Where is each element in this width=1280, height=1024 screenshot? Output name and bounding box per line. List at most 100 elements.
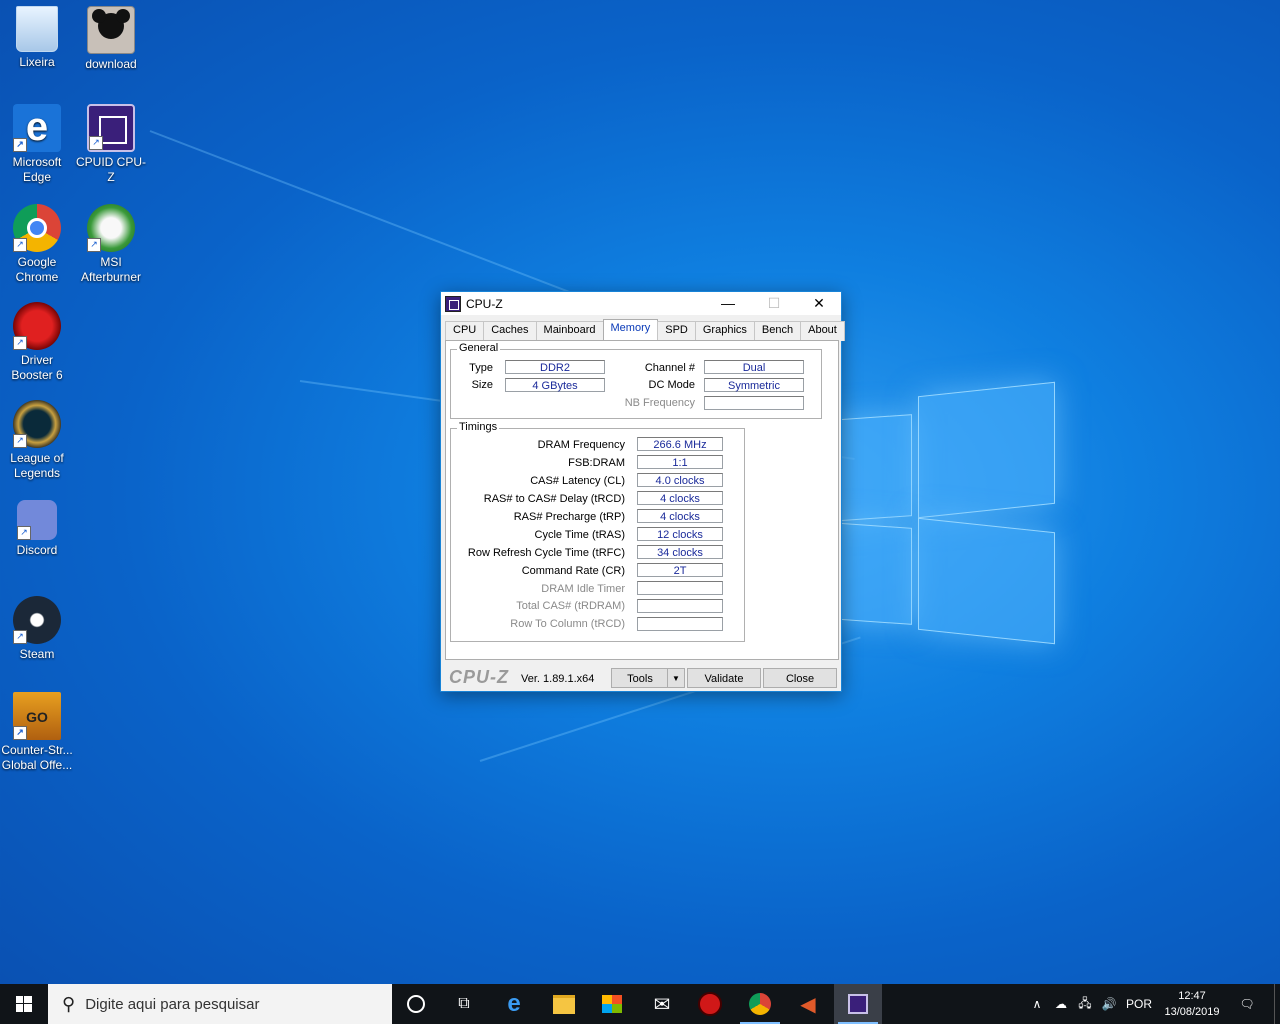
desktop-icon-recycle-bin[interactable]: Lixeira (0, 6, 74, 70)
channel-value: Dual (704, 360, 804, 374)
desktop-icon-steam[interactable]: ↗ Steam (0, 596, 74, 662)
tab-bar: CPU Caches Mainboard Memory SPD Graphics… (445, 319, 845, 341)
timing-value (637, 617, 723, 631)
tab-cpu[interactable]: CPU (445, 321, 485, 341)
windows-start-icon (16, 996, 32, 1012)
maximize-button[interactable]: ☐ (751, 292, 797, 315)
afterburner-icon: ↗ (87, 204, 135, 252)
close-window-button[interactable]: ✕ (796, 292, 842, 315)
taskbar: ⚲ Digite aqui para pesquisar ⧉ e ✉ ◀ ∧ ☁… (0, 984, 1280, 1024)
edge-icon: e (507, 990, 521, 1017)
version-label: Ver. 1.89.1.x64 (521, 673, 595, 685)
mail-icon: ✉ (653, 993, 671, 1016)
validate-button[interactable]: Validate (687, 668, 761, 688)
desktop-icon-label: Lixeira (19, 55, 55, 69)
desktop-icon-discord[interactable]: ↗ Discord (0, 500, 74, 558)
shortcut-arrow-icon: ↗ (17, 526, 31, 540)
taskbar-file-explorer[interactable] (540, 984, 588, 1024)
timing-label: DRAM Idle Timer (541, 583, 625, 595)
general-group: General Type DDR2 Size 4 GBytes Channel … (450, 342, 822, 419)
desktop-icon-league[interactable]: ↗ League of Legends (0, 400, 74, 481)
tab-about[interactable]: About (800, 321, 845, 341)
desktop-icon-label: MSI Afterburner (80, 255, 142, 284)
shortcut-arrow-icon: ↗ (13, 336, 27, 350)
shortcut-arrow-icon: ↗ (13, 630, 27, 644)
chrome-icon (749, 993, 771, 1015)
chrome-icon: ↗ (13, 204, 61, 252)
tools-button[interactable]: Tools ▼ (611, 668, 685, 688)
taskbar-cpuz[interactable] (834, 984, 882, 1024)
tools-dropdown-arrow-icon[interactable]: ▼ (667, 669, 684, 687)
tools-button-label: Tools (627, 673, 653, 685)
windows-wallpaper-logo (830, 381, 1055, 645)
timing-label: RAS# to CAS# Delay (tRCD) (483, 493, 625, 505)
desktop-icon-label: download (85, 57, 137, 71)
minimize-button[interactable]: — (705, 292, 751, 315)
edge-icon: e ↗ (13, 104, 61, 152)
type-value: DDR2 (505, 360, 605, 374)
taskbar-chrome[interactable] (736, 984, 784, 1024)
start-button[interactable] (0, 984, 48, 1024)
timing-label: CAS# Latency (CL) (530, 475, 625, 487)
desktop-icon-label: Counter-Str... Global Offe... (1, 743, 73, 772)
shortcut-arrow-icon: ↗ (13, 138, 27, 152)
discord-icon: ↗ (17, 500, 57, 540)
tab-memory[interactable]: Memory (602, 319, 659, 341)
tab-spd[interactable]: SPD (657, 321, 696, 341)
cpuz-icon: ↗ (87, 104, 135, 152)
taskbar-driver-booster[interactable] (686, 984, 734, 1024)
language-indicator[interactable]: POR (1122, 984, 1156, 1024)
timing-value (637, 581, 723, 595)
desktop-icon-edge[interactable]: e ↗ Microsoft Edge (0, 104, 74, 185)
chevron-up-icon: ∧ (1032, 997, 1042, 1011)
timings-group: Timings DRAM Frequency 266.6 MHz FSB:DRA… (450, 421, 745, 642)
taskbar-store[interactable] (588, 984, 636, 1024)
footer-bar: CPU-Z Ver. 1.89.1.x64 Tools ▼ Validate C… (441, 664, 841, 690)
desktop-icon-label: Microsoft Edge (12, 155, 62, 184)
cpuz-brand-logo: CPU-Z (449, 667, 509, 687)
onedrive-tray[interactable]: ☁ (1050, 984, 1072, 1024)
volume-tray[interactable]: 🔊 (1098, 984, 1120, 1024)
desktop-icon-label: CPUID CPU-Z (75, 155, 146, 184)
timing-value: 4 clocks (637, 509, 723, 523)
desktop-icon-csgo[interactable]: GO ↗ Counter-Str... Global Offe... (0, 692, 74, 773)
cloud-icon: ☁ (1055, 997, 1067, 1011)
desktop-icon-download[interactable]: download (74, 6, 148, 72)
search-box[interactable]: ⚲ Digite aqui para pesquisar (48, 984, 392, 1024)
show-desktop-button[interactable] (1274, 984, 1280, 1024)
clock[interactable]: 12:47 13/08/2019 (1160, 988, 1224, 1020)
cortana-button[interactable] (392, 984, 440, 1024)
network-tray[interactable]: 🖧 (1074, 984, 1096, 1024)
desktop-icon-msi-afterburner[interactable]: ↗ MSI Afterburner (74, 204, 148, 285)
desktop-icon-cpuz[interactable]: ↗ CPUID CPU-Z (74, 104, 148, 185)
timing-label: Row To Column (tRCD) (510, 618, 625, 630)
task-view-button[interactable]: ⧉ (440, 984, 488, 1024)
cpuz-window: CPU-Z — ☐ ✕ CPU Caches Mainboard Memory … (440, 291, 845, 692)
tab-caches[interactable]: Caches (483, 321, 537, 341)
taskbar-mail[interactable]: ✉ (638, 984, 686, 1024)
taskbar-sound-app[interactable]: ◀ (784, 984, 832, 1024)
shortcut-arrow-icon: ↗ (89, 136, 103, 150)
show-hidden-icons-button[interactable]: ∧ (1026, 984, 1048, 1024)
tab-graphics[interactable]: Graphics (694, 321, 755, 341)
network-icon: 🖧 (1078, 995, 1092, 1010)
taskbar-edge[interactable]: e (490, 984, 538, 1024)
tab-bench[interactable]: Bench (753, 321, 802, 341)
action-center-button[interactable]: 🗨 (1232, 984, 1262, 1024)
nb-frequency-value (704, 396, 804, 410)
desktop-icon-chrome[interactable]: ↗ Google Chrome (0, 204, 74, 285)
shortcut-arrow-icon: ↗ (13, 726, 27, 740)
size-label: Size (471, 379, 493, 391)
store-bag-icon (602, 995, 622, 1013)
desktop-icon-driver-booster[interactable]: ↗ Driver Booster 6 (0, 302, 74, 383)
timing-label: Cycle Time (tRAS) (534, 529, 625, 541)
cortana-circle-icon (407, 995, 425, 1013)
timing-value (637, 599, 723, 613)
general-legend: General (457, 342, 501, 354)
tab-mainboard[interactable]: Mainboard (535, 321, 604, 341)
dc-mode-label: DC Mode (648, 379, 695, 391)
timing-label: Row Refresh Cycle Time (tRFC) (467, 547, 625, 559)
close-button[interactable]: Close (763, 668, 837, 688)
timing-value: 4.0 clocks (637, 473, 723, 487)
title-bar[interactable]: CPU-Z — ☐ ✕ (441, 292, 841, 315)
